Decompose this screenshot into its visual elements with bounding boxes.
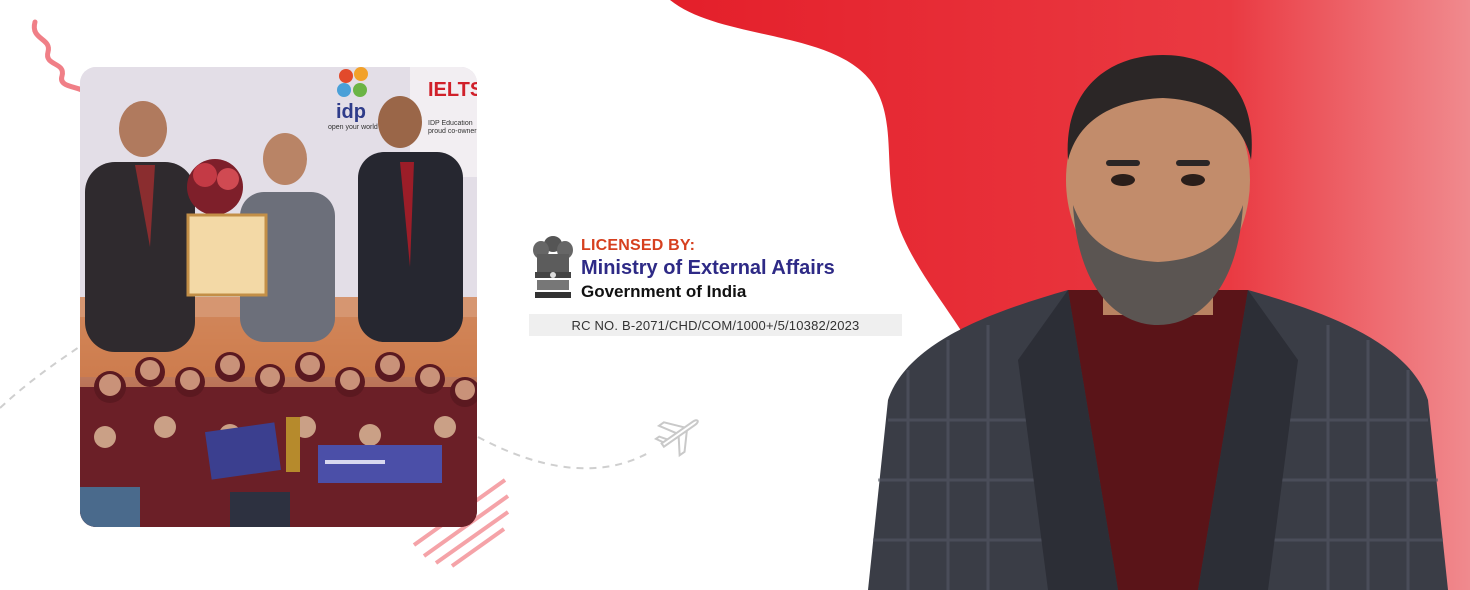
squiggle-icon: [31, 19, 87, 95]
government-name: Government of India: [581, 282, 747, 301]
licensed-by-label: LICENSED BY:: [581, 237, 696, 254]
ministry-name: Ministry of External Affairs: [581, 257, 835, 279]
ielts-tagline: IDP Education proud co-owner: [428, 120, 477, 135]
airplane-icon: [653, 419, 699, 458]
award-collage-photo: [80, 67, 477, 527]
national-emblem-icon: [533, 236, 573, 298]
ielts-logo-text: IELTS: [428, 79, 477, 101]
idp-logo-icon: [337, 67, 368, 97]
director-portrait: [868, 55, 1448, 590]
idp-tagline: open your world: [328, 124, 378, 131]
hero-banner: idp open your world IELTS IDP Education …: [0, 0, 1470, 590]
rc-number-text: RC NO. B-2071/CHD/COM/1000+/5/10382/2023: [571, 317, 860, 333]
rc-number-badge: RC NO. B-2071/CHD/COM/1000+/5/10382/2023: [529, 314, 902, 336]
idp-logo-text: idp: [336, 101, 366, 123]
